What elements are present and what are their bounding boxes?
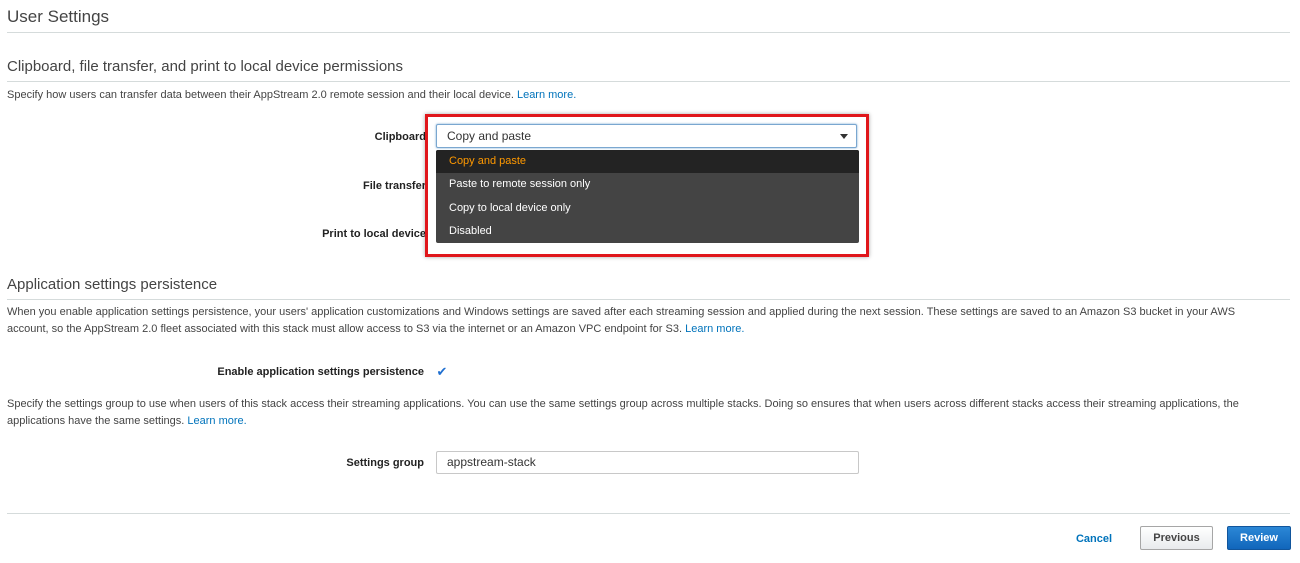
page-title: User Settings bbox=[7, 7, 110, 26]
persistence-section-divider bbox=[7, 299, 1290, 300]
title-divider bbox=[7, 32, 1290, 33]
settings-group-input[interactable]: appstream-stack bbox=[436, 451, 859, 474]
highlight-annotation-box bbox=[425, 114, 869, 257]
previous-button[interactable]: Previous bbox=[1140, 526, 1213, 550]
persistence-learn-more-link[interactable]: Learn more. bbox=[685, 323, 744, 335]
persistence-description: When you enable application settings per… bbox=[7, 306, 1236, 335]
file-transfer-label: File transfer bbox=[363, 180, 426, 192]
clipboard-learn-more-link[interactable]: Learn more. bbox=[517, 89, 576, 101]
settings-group-description: Specify the settings group to use when u… bbox=[7, 398, 1239, 427]
enable-persistence-label: Enable application settings persistence bbox=[217, 366, 424, 378]
review-button[interactable]: Review bbox=[1227, 526, 1291, 550]
persistence-section-title: Application settings persistence bbox=[7, 276, 218, 293]
footer-divider bbox=[7, 513, 1290, 514]
settings-group-label: Settings group bbox=[346, 457, 424, 469]
cancel-button[interactable]: Cancel bbox=[1063, 527, 1125, 551]
clipboard-section-description: Specify how users can transfer data betw… bbox=[7, 89, 577, 101]
clipboard-section-title: Clipboard, file transfer, and print to l… bbox=[7, 58, 404, 75]
settings-group-learn-more-link[interactable]: Learn more. bbox=[187, 415, 246, 427]
print-to-local-device-label: Print to local device bbox=[322, 228, 426, 240]
clipboard-label: Clipboard bbox=[374, 131, 426, 143]
clipboard-section-divider bbox=[7, 81, 1290, 82]
enable-persistence-checkbox[interactable]: ✔ bbox=[435, 365, 449, 379]
